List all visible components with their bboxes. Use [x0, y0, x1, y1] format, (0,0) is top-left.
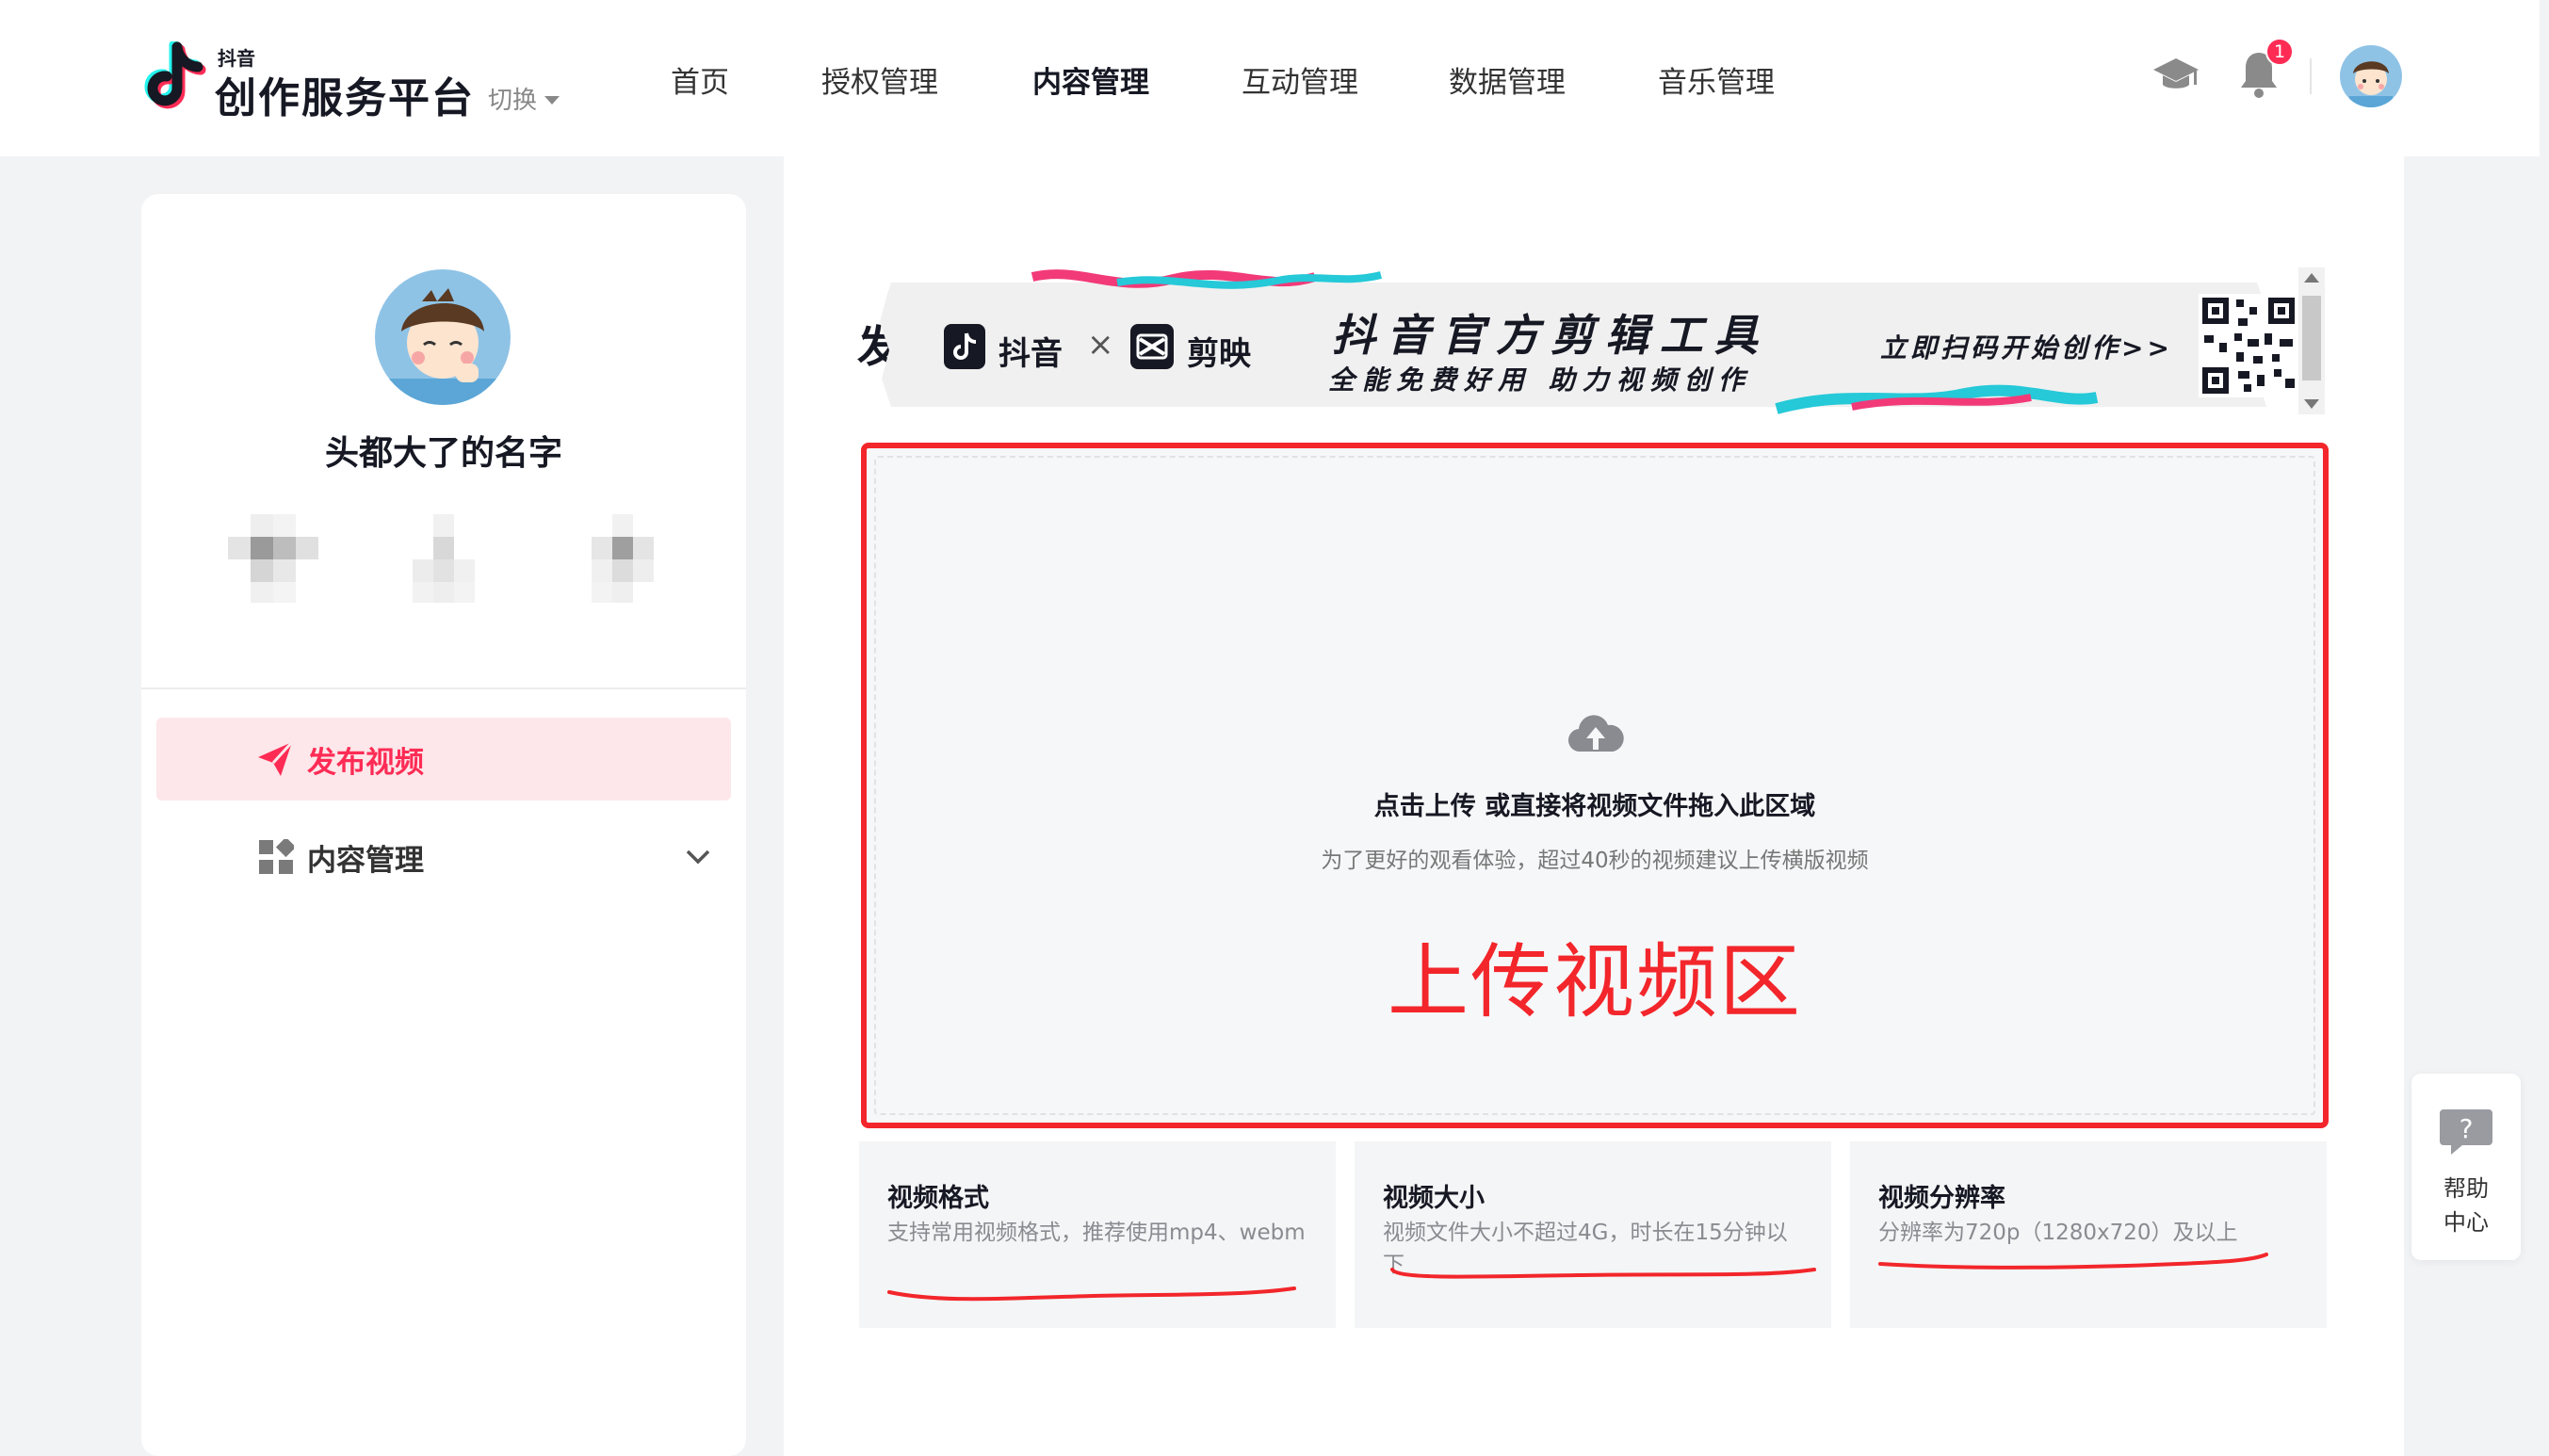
- platform-switch[interactable]: 切换: [488, 81, 560, 116]
- top-divider: [2310, 58, 2312, 94]
- capcut-logo-icon: [1130, 324, 1174, 369]
- sidebar: 头都大了的名字 发布视频 内容管理: [141, 194, 746, 1456]
- switch-label: 切换: [488, 87, 538, 115]
- sidebar-item-label: 内容管理: [307, 843, 424, 878]
- cloud-upload-icon: [1567, 715, 1624, 752]
- annotation-underline: [887, 1286, 1296, 1302]
- scroll-down-icon[interactable]: [2304, 399, 2319, 409]
- banner-brand-b: 剪映: [1187, 335, 1251, 373]
- banner-subline: 全能免费好用 助力视频创作: [1328, 364, 1752, 396]
- help-question-icon: ?: [2440, 1109, 2492, 1155]
- nav-data[interactable]: 数据管理: [1449, 58, 1566, 101]
- banner-scrollbar[interactable]: [2298, 267, 2325, 414]
- logo-title: 创作服务平台: [215, 74, 475, 122]
- nav-music[interactable]: 音乐管理: [1658, 58, 1775, 101]
- sidebar-item-publish-video[interactable]: 发布视频: [156, 718, 731, 801]
- help-center-label: 帮助中心: [2443, 1175, 2489, 1236]
- avatar-image: [2340, 45, 2402, 107]
- sidebar-item-label: 发布视频: [307, 745, 424, 780]
- nav-authorization[interactable]: 授权管理: [821, 58, 938, 101]
- douyin-logo-icon[interactable]: [141, 41, 207, 115]
- nav-home[interactable]: 首页: [671, 58, 729, 101]
- chevron-down-icon[interactable]: [686, 849, 710, 865]
- help-center-button[interactable]: ? 帮助中心: [2411, 1074, 2521, 1260]
- banner-scrollbar-thumb[interactable]: [2302, 296, 2321, 380]
- banner-headline: 抖音官方剪辑工具: [1332, 310, 1769, 361]
- user-avatar[interactable]: [375, 269, 511, 405]
- caret-down-icon: [544, 96, 560, 105]
- banner-cross: ×: [1087, 326, 1114, 364]
- sidebar-item-content-management[interactable]: 内容管理: [156, 816, 731, 898]
- info-card-desc: 分辨率为720p（1280x720）及以上: [1878, 1221, 2238, 1245]
- sidebar-divider: [141, 688, 746, 689]
- upload-tip: 为了更好的观看体验，超过40秒的视频建议上传横版视频: [1321, 849, 1869, 873]
- info-card-size: 视频大小 视频文件大小不超过4G，时长在15分钟以下: [1355, 1141, 1831, 1328]
- upload-annotation: 上传视频区: [1388, 935, 1802, 1029]
- stat-followers-mosaic[interactable]: [407, 514, 482, 608]
- scroll-up-icon[interactable]: [2304, 273, 2319, 283]
- stat-following-mosaic[interactable]: [226, 514, 320, 608]
- info-card-title: 视频大小: [1383, 1184, 1485, 1213]
- stat-likes-mosaic[interactable]: [586, 514, 661, 608]
- graduation-cap-icon[interactable]: [2151, 55, 2200, 96]
- nav-interaction[interactable]: 互动管理: [1242, 58, 1358, 101]
- qr-code-icon[interactable]: [2199, 294, 2298, 397]
- top-bar: 抖音 创作服务平台 切换 首页 授权管理 内容管理 互动管理 数据管理 音乐管理…: [0, 0, 2549, 156]
- annotation-underline: [1390, 1268, 1816, 1279]
- video-upload-area[interactable]: 点击上传 或直接将视频文件拖入此区域 为了更好的观看体验，超过40秒的视频建议上…: [861, 443, 2329, 1128]
- nav-content[interactable]: 内容管理: [1032, 58, 1149, 101]
- send-icon: [258, 740, 294, 776]
- svg-text:?: ?: [2460, 1113, 2474, 1144]
- notification-badge: 1: [2265, 38, 2294, 66]
- upload-title: 点击上传 或直接将视频文件拖入此区域: [1373, 792, 1816, 821]
- info-card-format: 视频格式 支持常用视频格式，推荐使用mp4、webm: [859, 1141, 1336, 1328]
- promo-banner[interactable]: 抖音 × 剪映 抖音官方剪辑工具 全能免费好用 助力视频创作 立即扫码开始创作>…: [872, 266, 2327, 416]
- grid-icon: [259, 839, 294, 874]
- avatar[interactable]: [2340, 45, 2402, 107]
- page-scrollbar[interactable]: [2540, 0, 2549, 1434]
- info-card-resolution: 视频分辨率 分辨率为720p（1280x720）及以上: [1850, 1141, 2327, 1328]
- banner-cta: 立即扫码开始创作>>: [1880, 332, 2173, 364]
- info-card-title: 视频分辨率: [1878, 1184, 2005, 1213]
- banner-brand-a: 抖音: [998, 335, 1063, 373]
- info-card-title: 视频格式: [887, 1184, 989, 1213]
- user-name: 头都大了的名字: [324, 434, 562, 473]
- info-card-desc: 支持常用视频格式，推荐使用mp4、webm: [887, 1221, 1306, 1245]
- douyin-logo-icon: [944, 324, 985, 369]
- annotation-underline: [1878, 1253, 2268, 1270]
- avatar-image: [375, 269, 511, 405]
